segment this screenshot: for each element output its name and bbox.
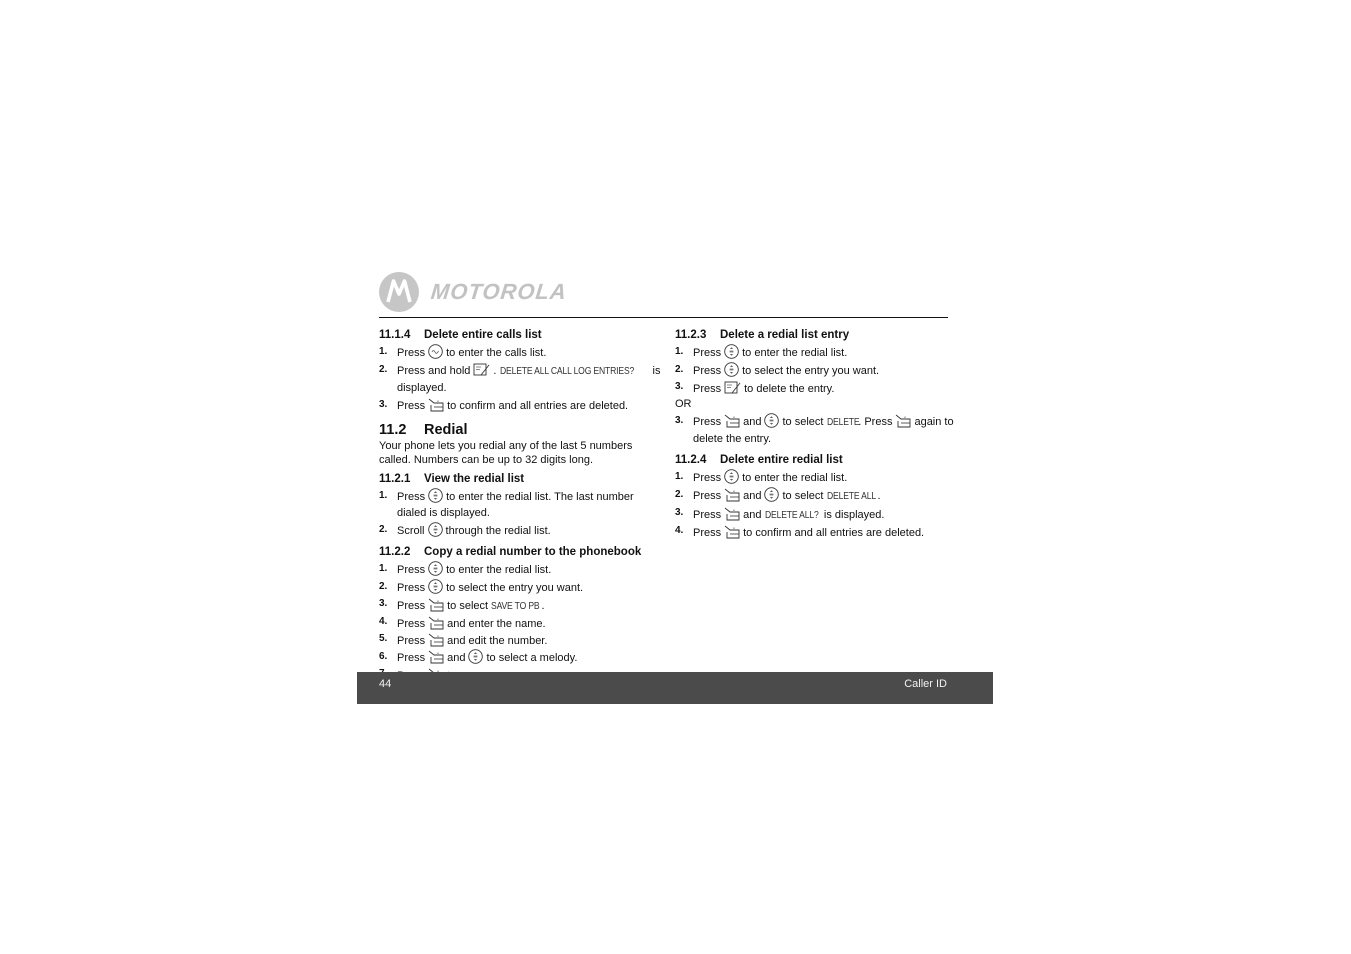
list-item: 4. Press to confirm and all entries are de…: [675, 525, 925, 539]
list-item: 2. Scroll through the redial list.: [379, 522, 551, 537]
steps-11-2-3-alternative: 3. Press and to select DELETE. Press again t…: [675, 413, 960, 447]
section-name: Caller ID: [904, 678, 947, 690]
menu-ok-softkey-icon: [428, 616, 444, 630]
motorola-batwing-icon: [379, 272, 419, 312]
list-item: 1. Press to enter the redial list. The las…: [379, 488, 634, 519]
list-item: 5. Press and edit the number.: [379, 633, 548, 647]
list-item: 3. Press to delete the entry.: [675, 381, 835, 395]
list-item: 3. Press and DELETE ALL? is displayed.: [675, 507, 885, 521]
menu-ok-softkey-icon: [724, 488, 740, 502]
menu-ok-softkey-icon: [428, 650, 444, 664]
heading-11-1-4: 11.1.4 Delete entire calls list: [379, 329, 542, 341]
menu-ok-softkey-icon: [724, 525, 740, 539]
menu-ok-softkey-icon: [428, 633, 444, 647]
list-item: 3. Press to select SAVE TO PB.: [379, 598, 545, 612]
page-number: 44: [379, 678, 392, 690]
page-footer: 44 Caller ID: [357, 672, 993, 704]
navigation-key-icon: [724, 362, 739, 377]
navigation-key-icon: [428, 561, 443, 576]
heading-11-2-3: 11.2.3 Delete a redial list entry: [675, 329, 850, 341]
list-item: 2. Press and hold. DELETE ALL CALL LOG EN…: [379, 363, 661, 394]
steps-11-1-4: 1. Press to enter the calls list. 2. Press …: [379, 344, 664, 414]
redial-intro: Your phone lets you redial any of the la…: [379, 440, 633, 466]
heading-11-2-4: 11.2.4 Delete entire redial list: [675, 454, 843, 466]
brand-name: MOTOROLA: [429, 279, 569, 304]
list-item: 4. Press and enter the name.: [379, 616, 546, 630]
list-item: 2. Press to select the entry you want.: [675, 362, 880, 377]
steps-11-2-1: 1. Press to enter the redial list. The las…: [379, 488, 664, 539]
navigation-key-icon: [427, 522, 443, 537]
steps-11-2-3: 1. Press to enter the redial list. 2. Press…: [675, 344, 960, 396]
steps-11-2-2: 1. Press to enter the redial list. 2. Press…: [379, 561, 664, 683]
navigation-key-icon: [764, 413, 780, 428]
calls-list-button-icon: [428, 344, 443, 359]
list-item: 1. Press to enter the redial list.: [675, 469, 848, 484]
navigation-key-icon: [764, 487, 780, 502]
list-item: 3. Press and to select DELETE. Press again t…: [675, 413, 954, 445]
heading-11-2-1: 11.2.1 View the redial list: [379, 473, 525, 485]
navigation-key-icon: [724, 469, 739, 484]
list-item: 2. Press to select the entry you want.: [379, 579, 584, 594]
navigation-key-icon: [724, 344, 739, 359]
motorola-logo: MOTOROLA: [379, 271, 569, 313]
header-rule: [379, 317, 948, 318]
delete-key-icon: [473, 363, 490, 376]
list-item: 1. Press to enter the redial list.: [675, 344, 848, 359]
navigation-key-icon: [468, 649, 484, 664]
list-item: 1. Press to enter the calls list.: [379, 344, 547, 359]
left-column: 11.1.4 Delete entire calls list 1. Press to…: [379, 328, 664, 689]
list-item: 2. Press and to select DELETE ALL.: [675, 487, 881, 502]
list-item: 3. Press to confirm and all entries are de…: [379, 398, 629, 412]
navigation-key-icon: [428, 488, 443, 503]
heading-11-2-2: 11.2.2 Copy a redial number to the phoneb…: [379, 546, 642, 558]
right-column: 11.2.3 Delete a redial list entry 1. Press…: [675, 328, 960, 546]
menu-ok-softkey-icon: [428, 398, 444, 412]
menu-ok-softkey-icon: [896, 414, 911, 428]
or-separator: OR: [675, 398, 692, 410]
delete-key-icon: [724, 381, 741, 394]
navigation-key-icon: [428, 579, 443, 594]
menu-ok-softkey-icon: [724, 507, 740, 521]
heading-11-2: 11.2 Redial: [379, 422, 468, 438]
steps-11-2-4: 1. Press to enter the redial list. 2. Press…: [675, 469, 960, 540]
list-item: 6. Press and to select a melody.: [379, 649, 578, 664]
menu-ok-softkey-icon: [724, 414, 740, 428]
menu-ok-softkey-icon: [428, 598, 444, 612]
list-item: 1. Press to enter the redial list.: [379, 561, 552, 576]
